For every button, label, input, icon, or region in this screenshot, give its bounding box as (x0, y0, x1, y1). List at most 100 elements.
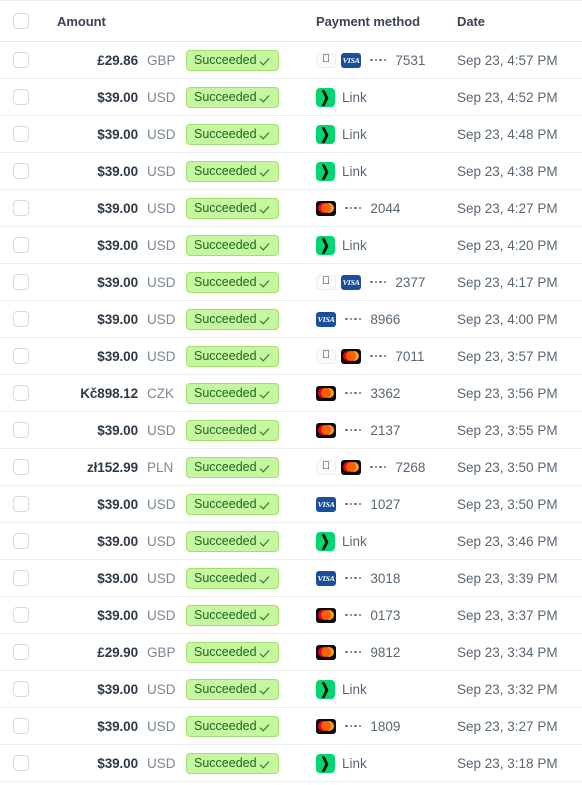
table-row[interactable]: $39.00 USD Succeeded ❯ Link Sep 23, 4:52 PM (0, 79, 582, 116)
table-row[interactable]: zł152.99 PLN Succeeded  7268 Sep 23, 3:50 PM (0, 449, 582, 486)
select-all-cell[interactable] (0, 13, 38, 29)
row-checkbox[interactable] (13, 237, 29, 253)
row-checkbox[interactable] (13, 385, 29, 401)
row-checkbox[interactable] (13, 200, 29, 216)
table-row[interactable]: $39.00 USD Succeeded  7011 Sep 23, 3:57 PM (0, 338, 582, 375)
date-value: Sep 23, 4:27 PM (457, 200, 558, 216)
column-header-date[interactable]: Date (456, 14, 582, 29)
mastercard-circles (318, 203, 334, 213)
mastercard-icon (316, 385, 336, 401)
select-all-checkbox[interactable] (13, 13, 29, 29)
status-badge: Succeeded (186, 567, 279, 589)
row-select-cell[interactable] (0, 422, 38, 438)
row-select-cell[interactable] (0, 385, 38, 401)
date-value: Sep 23, 4:20 PM (457, 237, 558, 253)
card-mask-dots (341, 428, 362, 432)
currency-code: USD (147, 126, 176, 142)
table-row[interactable]: £29.86 GBP Succeeded  VISA 7531 Sep 23, 4:57 … (0, 42, 582, 79)
row-checkbox[interactable] (13, 311, 29, 327)
apple-glyph:  (322, 54, 330, 65)
payment-method-cell: ❯ Link (316, 753, 456, 773)
row-select-cell[interactable] (0, 89, 38, 105)
status-cell: Succeeded (186, 197, 316, 219)
table-row[interactable]: Kč898.12 CZK Succeeded 3362 Sep 23, 3:56 PM (0, 375, 582, 412)
table-row[interactable]: $39.00 USD Succeeded ❯ Link Sep 23, 4:20 PM (0, 227, 582, 264)
card-last4: 8966 (370, 311, 401, 327)
row-checkbox[interactable] (13, 459, 29, 475)
link-chevron: ❯ (320, 532, 331, 550)
row-checkbox[interactable] (13, 422, 29, 438)
link-chevron: ❯ (320, 162, 331, 180)
table-row[interactable]: $39.00 USD Succeeded VISA 1027 Sep 23, 3:50 P… (0, 486, 582, 523)
row-select-cell[interactable] (0, 681, 38, 697)
row-select-cell[interactable] (0, 570, 38, 586)
check-icon (261, 129, 272, 140)
payment-method-cell: ❯ Link (316, 161, 456, 181)
table-row[interactable]: $39.00 USD Succeeded 1809 Sep 23, 3:27 PM (0, 708, 582, 745)
status-badge-label: Succeeded (194, 533, 257, 548)
row-select-cell[interactable] (0, 126, 38, 142)
check-icon (261, 758, 272, 769)
row-checkbox[interactable] (13, 607, 29, 623)
row-select-cell[interactable] (0, 607, 38, 623)
row-select-cell[interactable] (0, 459, 38, 475)
row-checkbox[interactable] (13, 348, 29, 364)
row-select-cell[interactable] (0, 496, 38, 512)
column-header-amount[interactable]: Amount (38, 14, 186, 29)
row-checkbox[interactable] (13, 126, 29, 142)
row-select-cell[interactable] (0, 348, 38, 364)
currency-code: USD (147, 607, 176, 623)
check-icon (261, 277, 272, 288)
card-last4: 7268 (395, 459, 426, 475)
apple-pay-icon:  (316, 52, 336, 68)
row-checkbox[interactable] (13, 274, 29, 290)
status-badge: Succeeded (186, 641, 279, 663)
mastercard-icon (316, 718, 336, 734)
row-select-cell[interactable] (0, 200, 38, 216)
row-checkbox[interactable] (13, 755, 29, 771)
card-last4: 1027 (370, 496, 401, 512)
status-badge-label: Succeeded (194, 311, 257, 326)
table-row[interactable]: $39.00 USD Succeeded  VISA 2377 Sep 23, 4:17 … (0, 264, 582, 301)
row-select-cell[interactable] (0, 311, 38, 327)
check-icon (261, 721, 272, 732)
status-badge: Succeeded (186, 419, 279, 441)
row-select-cell[interactable] (0, 718, 38, 734)
table-row[interactable]: $39.00 USD Succeeded VISA 8966 Sep 23, 4:00 P… (0, 301, 582, 338)
amount-value: $39.00 (97, 422, 138, 438)
row-checkbox[interactable] (13, 718, 29, 734)
table-row[interactable]: $39.00 USD Succeeded ❯ Link Sep 23, 3:46 PM (0, 523, 582, 560)
status-badge-label: Succeeded (194, 348, 257, 363)
table-row[interactable]: $39.00 USD Succeeded ❯ Link Sep 23, 4:48 PM (0, 116, 582, 153)
row-checkbox[interactable] (13, 681, 29, 697)
row-checkbox[interactable] (13, 163, 29, 179)
payments-table: Amount Payment method Date £29.86 GBP Succ… (0, 0, 582, 785)
row-select-cell[interactable] (0, 644, 38, 660)
row-select-cell[interactable] (0, 52, 38, 68)
row-select-cell[interactable] (0, 533, 38, 549)
table-row[interactable]: $39.00 USD Succeeded ❯ Link Sep 23, 3:32 PM (0, 671, 582, 708)
amount-value: $39.00 (97, 163, 138, 179)
column-header-payment-method[interactable]: Payment method (316, 14, 456, 29)
table-row[interactable]: $39.00 USD Succeeded VISA 3018 Sep 23, 3:39 P… (0, 560, 582, 597)
row-select-cell[interactable] (0, 237, 38, 253)
table-row[interactable]: $39.00 USD Succeeded ❯ Link Sep 23, 4:38 PM (0, 153, 582, 190)
table-row[interactable]: $39.00 USD Succeeded 0173 Sep 23, 3:37 PM (0, 597, 582, 634)
row-checkbox[interactable] (13, 89, 29, 105)
row-select-cell[interactable] (0, 755, 38, 771)
row-checkbox[interactable] (13, 533, 29, 549)
currency-code: USD (147, 533, 176, 549)
table-row[interactable]: $39.00 USD Succeeded ❯ Link Sep 23, 3:18 PM (0, 745, 582, 782)
row-checkbox[interactable] (13, 496, 29, 512)
card-last4: 3018 (370, 570, 401, 586)
row-checkbox[interactable] (13, 52, 29, 68)
table-row[interactable]: $39.00 USD Succeeded 2137 Sep 23, 3:55 PM (0, 412, 582, 449)
row-checkbox[interactable] (13, 570, 29, 586)
row-checkbox[interactable] (13, 644, 29, 660)
table-row[interactable]: $39.00 USD Succeeded 2044 Sep 23, 4:27 PM (0, 190, 582, 227)
row-select-cell[interactable] (0, 274, 38, 290)
apple-pay-icon:  (316, 459, 336, 475)
currency-code: GBP (147, 644, 176, 660)
row-select-cell[interactable] (0, 163, 38, 179)
table-row[interactable]: £29.90 GBP Succeeded 9812 Sep 23, 3:34 PM (0, 634, 582, 671)
